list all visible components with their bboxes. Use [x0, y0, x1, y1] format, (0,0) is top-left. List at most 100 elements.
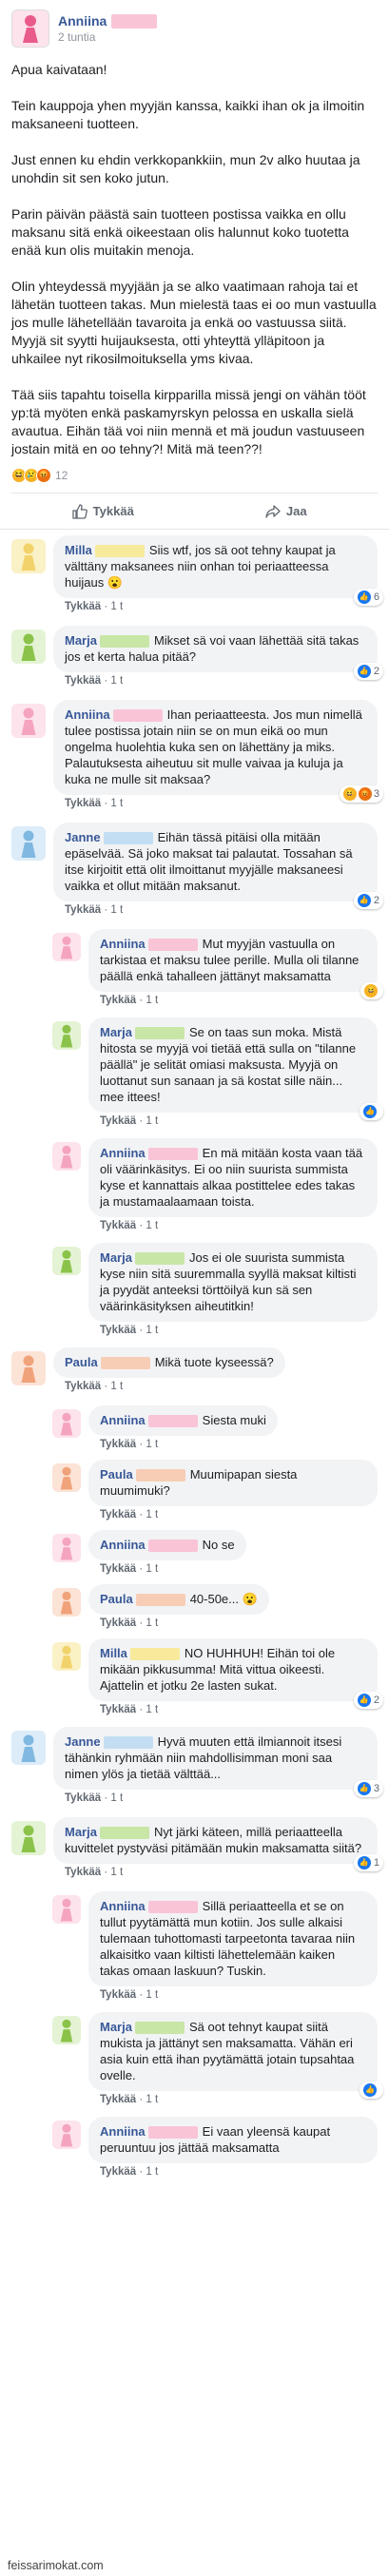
- commenter-avatar[interactable]: [52, 1247, 81, 1275]
- commenter-name[interactable]: Marja: [100, 1025, 132, 1039]
- comment-like-link[interactable]: Tykkää: [100, 995, 136, 1006]
- comment-reactions[interactable]: 👍 2: [353, 892, 383, 909]
- comment-like-link[interactable]: Tykkää: [100, 2166, 136, 2178]
- comment-like-link[interactable]: Tykkää: [65, 601, 101, 612]
- comment-meta: Tykkää · 1 t: [100, 2094, 378, 2105]
- comment-reactions[interactable]: 😆 😡 3: [339, 785, 383, 803]
- commenter-name[interactable]: Janne: [65, 830, 101, 844]
- person-icon: [21, 543, 36, 571]
- comment-time[interactable]: 1 t: [110, 601, 123, 612]
- commenter-avatar[interactable]: [52, 1409, 81, 1438]
- comment-reactions[interactable]: 👍: [360, 1103, 383, 1120]
- comment-like-link[interactable]: Tykkää: [100, 1115, 136, 1127]
- commenter-name[interactable]: Anniina: [100, 1538, 146, 1552]
- meta-separator: ·: [139, 1563, 144, 1575]
- comment-bubble: Milla Siis wtf, jos sä oot tehny kaupat j…: [53, 535, 383, 606]
- post-reactions[interactable]: 😆 😢 😡 12: [11, 468, 378, 483]
- post-timestamp[interactable]: 2 tuntia: [58, 30, 157, 44]
- comment-like-link[interactable]: Tykkää: [65, 675, 101, 687]
- commenter-name[interactable]: Anniina: [100, 2124, 146, 2139]
- comment-time[interactable]: 1 t: [110, 904, 123, 916]
- comment-reactions[interactable]: 👍 2: [353, 663, 383, 680]
- comment-bubble: Paula 40-50e... 😮: [88, 1584, 269, 1615]
- comment-time[interactable]: 1 t: [146, 1704, 158, 1715]
- comment-time[interactable]: 1 t: [110, 1867, 123, 1878]
- comment-time[interactable]: 1 t: [146, 1439, 158, 1450]
- commenter-avatar[interactable]: [11, 1351, 46, 1385]
- commenter-name[interactable]: Anniina: [100, 1413, 146, 1427]
- commenter-name[interactable]: Marja: [100, 1250, 132, 1265]
- comment: Paula Mikä tuote kyseessä? Tykkää · 1 t: [0, 1347, 389, 1392]
- commenter-name[interactable]: Milla: [65, 543, 92, 557]
- comment-like-link[interactable]: Tykkää: [100, 1563, 136, 1575]
- commenter-name[interactable]: Marja: [100, 2020, 132, 2034]
- comment-time[interactable]: 1 t: [146, 1509, 158, 1520]
- comment-reaction-count: 2: [373, 894, 379, 906]
- comment-reactions[interactable]: 👍 1: [353, 1854, 383, 1871]
- comment-like-link[interactable]: Tykkää: [65, 1792, 101, 1804]
- comment-time[interactable]: 1 t: [146, 2166, 158, 2178]
- commenter-name[interactable]: Paula: [65, 1355, 98, 1369]
- commenter-avatar[interactable]: [52, 2016, 81, 2044]
- commenter-avatar[interactable]: [52, 933, 81, 961]
- commenter-name[interactable]: Anniina: [100, 1899, 146, 1913]
- commenter-avatar[interactable]: [52, 1534, 81, 1562]
- commenter-avatar[interactable]: [52, 1642, 81, 1671]
- comment-time[interactable]: 1 t: [110, 675, 123, 687]
- comment-like-link[interactable]: Tykkää: [100, 1509, 136, 1520]
- comment-time[interactable]: 1 t: [146, 995, 158, 1006]
- commenter-avatar[interactable]: [11, 826, 46, 861]
- thumbs-up-icon: [72, 503, 88, 519]
- commenter-avatar[interactable]: [52, 1021, 81, 1050]
- comment-time[interactable]: 1 t: [146, 1617, 158, 1629]
- comment-time[interactable]: 1 t: [146, 1325, 158, 1336]
- comment-time[interactable]: 1 t: [146, 2094, 158, 2105]
- commenter-name[interactable]: Marja: [65, 633, 97, 648]
- comment-like-link[interactable]: Tykkää: [65, 904, 101, 916]
- comment-time[interactable]: 1 t: [146, 1220, 158, 1231]
- comment-reactions[interactable]: 👍: [360, 2082, 383, 2099]
- comment-like-link[interactable]: Tykkää: [100, 1617, 136, 1629]
- commenter-name[interactable]: Janne: [65, 1734, 101, 1749]
- commenter-avatar[interactable]: [52, 2121, 81, 2149]
- comment-time[interactable]: 1 t: [110, 1381, 123, 1392]
- commenter-name[interactable]: Paula: [100, 1592, 133, 1606]
- commenter-avatar[interactable]: [52, 1463, 81, 1492]
- like-button[interactable]: Tykkää: [11, 503, 195, 519]
- comment-like-link[interactable]: Tykkää: [65, 1381, 101, 1392]
- commenter-avatar[interactable]: [11, 539, 46, 573]
- commenter-avatar[interactable]: [52, 1588, 81, 1617]
- commenter-name[interactable]: Anniina: [100, 1146, 146, 1160]
- comment-like-link[interactable]: Tykkää: [100, 1989, 136, 2001]
- comment-like-link[interactable]: Tykkää: [100, 1220, 136, 1231]
- commenter-avatar[interactable]: [11, 704, 46, 738]
- comment-like-link[interactable]: Tykkää: [100, 1439, 136, 1450]
- comment-reactions[interactable]: 👍 6: [353, 589, 383, 606]
- comment-reactions[interactable]: 😆: [360, 982, 383, 999]
- commenter-avatar[interactable]: [11, 1821, 46, 1855]
- comment-like-link[interactable]: Tykkää: [65, 1867, 101, 1878]
- comment-reactions[interactable]: 👍 2: [353, 1692, 383, 1709]
- commenter-name[interactable]: Marja: [65, 1825, 97, 1839]
- share-button[interactable]: Jaa: [195, 504, 379, 519]
- commenter-name[interactable]: Anniina: [65, 707, 110, 722]
- commenter-avatar[interactable]: [11, 1731, 46, 1765]
- commenter-avatar[interactable]: [52, 1142, 81, 1171]
- comment-time[interactable]: 1 t: [110, 798, 123, 809]
- author-avatar[interactable]: [11, 10, 49, 48]
- comment-like-link[interactable]: Tykkää: [100, 2094, 136, 2105]
- commenter-avatar[interactable]: [11, 629, 46, 664]
- comment-like-link[interactable]: Tykkää: [100, 1704, 136, 1715]
- comment-reactions[interactable]: 👍 3: [353, 1780, 383, 1797]
- comment-like-link[interactable]: Tykkää: [100, 1325, 136, 1336]
- comment-time[interactable]: 1 t: [146, 1115, 158, 1127]
- comment-time[interactable]: 1 t: [146, 1563, 158, 1575]
- commenter-name[interactable]: Paula: [100, 1467, 133, 1482]
- commenter-avatar[interactable]: [52, 1895, 81, 1924]
- post-author[interactable]: Anniina: [58, 13, 107, 29]
- comment-like-link[interactable]: Tykkää: [65, 798, 101, 809]
- commenter-name[interactable]: Milla: [100, 1646, 127, 1660]
- commenter-name[interactable]: Anniina: [100, 937, 146, 951]
- comment-time[interactable]: 1 t: [146, 1989, 158, 2001]
- comment-time[interactable]: 1 t: [110, 1792, 123, 1804]
